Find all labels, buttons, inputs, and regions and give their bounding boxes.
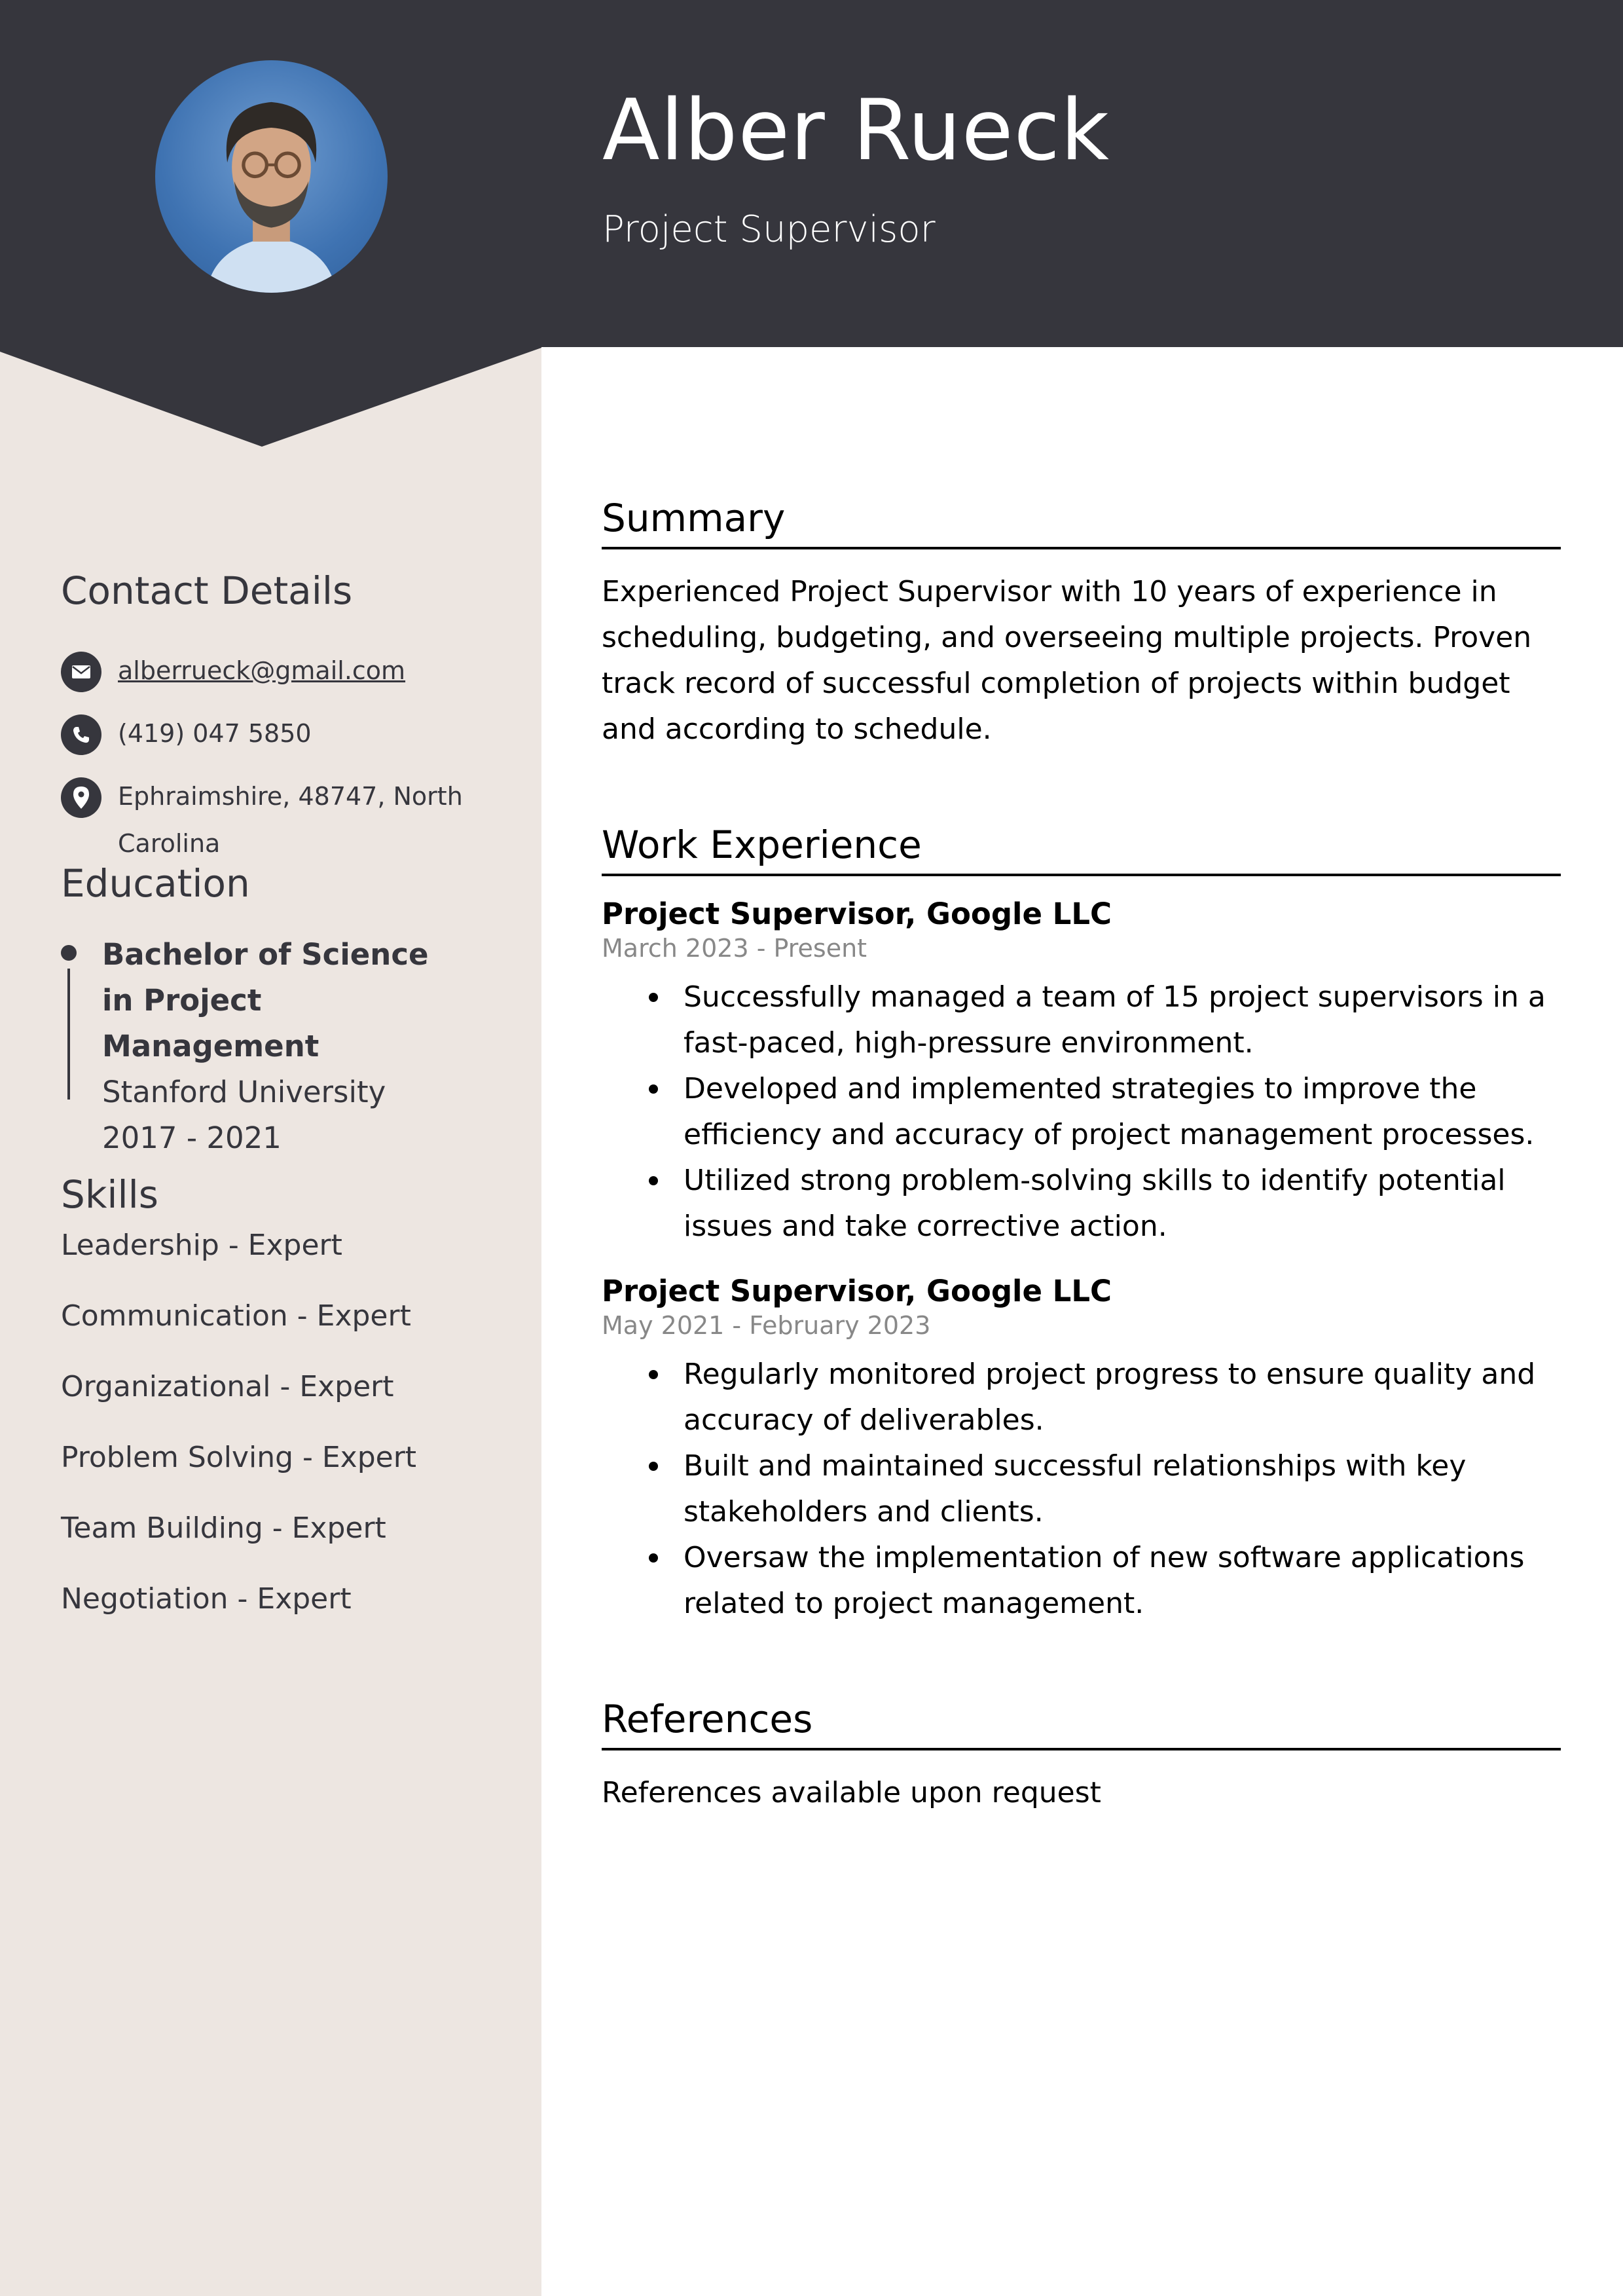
job-bullets: Successfully managed a team of 15 projec… [602, 974, 1561, 1250]
education-school: Stanford University [102, 1075, 386, 1109]
job-entry: Project Supervisor, Google LLC May 2021 … [602, 1272, 1561, 1627]
summary-heading: Summary [602, 496, 1561, 549]
skill-item: Communication - Expert [61, 1299, 411, 1333]
job-bullet: Developed and implemented strategies to … [602, 1066, 1561, 1158]
timeline-line [67, 969, 70, 1100]
skill-item: Negotiation - Expert [61, 1582, 352, 1616]
profile-photo [155, 60, 388, 293]
email-link[interactable]: alberrueck@gmail.com [118, 656, 405, 685]
references-heading: References [602, 1697, 1561, 1750]
skill-item: Leadership - Expert [61, 1229, 342, 1262]
location-pin-icon [61, 777, 101, 818]
job-dates: March 2023 - Present [602, 934, 867, 963]
job-bullet: Oversaw the implementation of new softwa… [602, 1535, 1561, 1627]
job-bullet: Built and maintained successful relation… [602, 1443, 1561, 1535]
phone-icon [61, 714, 101, 755]
education-heading: Education [61, 861, 250, 906]
timeline-dot [61, 945, 77, 961]
envelope-icon [61, 652, 101, 692]
summary-text: Experienced Project Supervisor with 10 y… [602, 575, 1532, 746]
skill-item: Team Building - Expert [61, 1511, 386, 1545]
skill-item: Organizational - Expert [61, 1370, 394, 1403]
job-bullet: Utilized strong problem-solving skills t… [602, 1158, 1561, 1250]
skill-item: Problem Solving - Expert [61, 1441, 417, 1474]
summary-section: Summary Experienced Project Supervisor w… [602, 496, 1561, 752]
education-degree: Bachelor of Science in Project Managemen… [102, 937, 429, 1064]
job-bullet: Regularly monitored project progress to … [602, 1352, 1561, 1443]
references-section: References References available upon req… [602, 1697, 1561, 1816]
contact-heading: Contact Details [61, 568, 353, 613]
candidate-name: Alber Rueck [602, 82, 1110, 179]
education-entry: Bachelor of Science in Project Managemen… [61, 932, 506, 1161]
job-entry: Project Supervisor, Google LLC March 202… [602, 895, 1561, 1250]
skills-section: Skills Leadership - Expert Communication… [61, 1172, 506, 1635]
phone-number: (419) 047 5850 [118, 719, 312, 748]
job-title: Project Supervisor, Google LLC [602, 1274, 1112, 1308]
person-portrait-icon [206, 102, 337, 293]
header-chevron [0, 346, 541, 447]
contact-section: Contact Details alberrueck@gmail.com (41… [61, 568, 519, 867]
education-section: Education Bachelor of Science in Project… [61, 861, 506, 1161]
job-dates: May 2021 - February 2023 [602, 1311, 931, 1340]
contact-email[interactable]: alberrueck@gmail.com [61, 647, 519, 694]
contact-address: Ephraimshire, 48747, North Carolina [61, 773, 519, 867]
job-bullet: Successfully managed a team of 15 projec… [602, 974, 1561, 1066]
job-bullets: Regularly monitored project progress to … [602, 1352, 1561, 1627]
work-heading: Work Experience [602, 823, 1561, 876]
work-experience-section: Work Experience Project Supervisor, Goog… [602, 823, 1561, 1627]
candidate-title: Project Supervisor [602, 208, 936, 251]
education-years: 2017 - 2021 [102, 1120, 282, 1155]
address-text: Ephraimshire, 48747, North Carolina [118, 782, 463, 858]
job-title: Project Supervisor, Google LLC [602, 897, 1112, 931]
contact-phone: (419) 047 5850 [61, 710, 519, 757]
references-text: References available upon request [602, 1776, 1101, 1809]
